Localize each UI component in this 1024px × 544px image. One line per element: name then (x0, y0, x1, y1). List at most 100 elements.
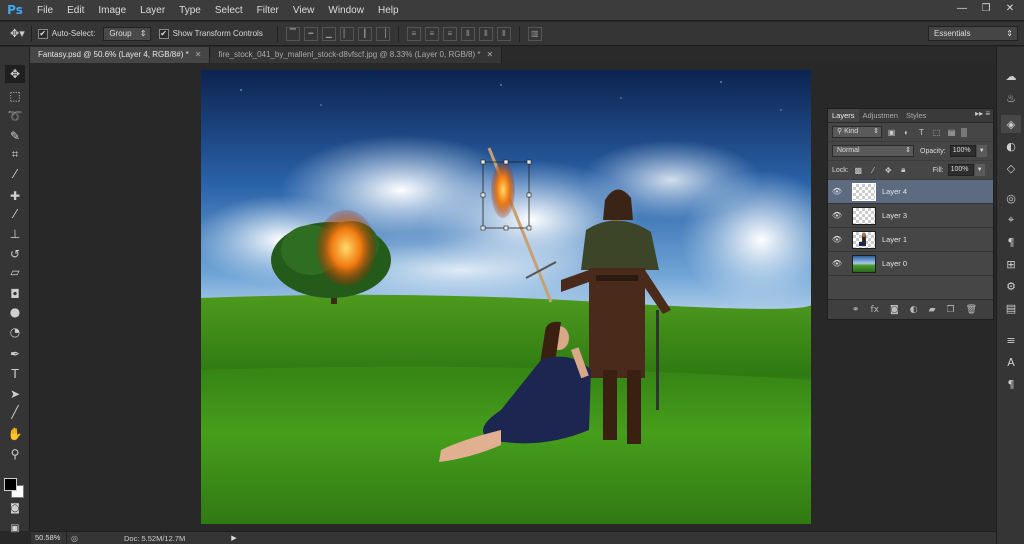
layer-name[interactable]: Layer 1 (882, 235, 907, 244)
lock-position-icon[interactable]: ✥ (883, 165, 894, 175)
new-layer-icon[interactable]: ❐ (946, 305, 954, 315)
hand-tool[interactable]: ✋ (5, 425, 25, 443)
distribute-right-icon[interactable]: ⦀ (496, 26, 511, 41)
clone-stamp-tool[interactable]: ⊥ (5, 225, 25, 243)
auto-select-checkbox[interactable]: ✔ (37, 28, 48, 39)
visibility-eye-icon[interactable]: 👁︎ (828, 187, 846, 196)
quick-mask-icon[interactable]: ◙ (5, 499, 25, 517)
tab-styles[interactable]: Styles (902, 109, 930, 122)
channels-icon[interactable]: ◎ (1001, 189, 1021, 207)
tab-adjustments[interactable]: Adjustmen (859, 109, 902, 122)
adjustment-layer-icon[interactable]: ◐ (910, 305, 918, 315)
layer-name[interactable]: Layer 3 (882, 211, 907, 220)
restore-button[interactable]: ❐ (976, 2, 996, 16)
smart-object-filter-icon[interactable]: ▤ (946, 127, 957, 137)
move-tool-preset-icon[interactable]: ✥▾ (10, 27, 25, 40)
layer-style-fx-icon[interactable]: fx (870, 305, 879, 315)
shape-filter-icon[interactable]: ⬚ (931, 127, 942, 137)
close-tab-icon[interactable]: ✕ (195, 47, 202, 63)
dodge-tool[interactable]: ◔ (5, 323, 25, 341)
foreground-color-swatch[interactable] (4, 478, 17, 491)
status-menu-arrow[interactable]: ▶ (231, 534, 236, 542)
fill-field[interactable]: 100% (947, 164, 974, 176)
quick-select-tool[interactable]: ✎ (5, 127, 25, 145)
adjustment-filter-icon[interactable]: ◐ (901, 127, 912, 137)
adjustments-icon[interactable]: ◐ (1001, 137, 1021, 155)
menu-file[interactable]: File (30, 0, 60, 21)
eraser-tool[interactable]: ▱ (5, 263, 25, 281)
minimize-button[interactable]: — (952, 2, 972, 16)
status-info-icon[interactable]: ◎ (71, 534, 78, 543)
workspace-dropdown[interactable]: Essentials (928, 26, 1018, 41)
menu-image[interactable]: Image (91, 0, 133, 21)
eyedropper-tool[interactable]: ⁄ (5, 165, 25, 183)
document-canvas[interactable] (201, 70, 811, 524)
auto-align-icon[interactable]: ▥ (527, 26, 542, 41)
visibility-eye-icon[interactable]: 👁︎ (828, 211, 846, 220)
lock-transparent-icon[interactable]: ▩ (853, 165, 864, 175)
pixel-filter-icon[interactable]: ▣ (886, 127, 897, 137)
layer-row[interactable]: 👁︎ Layer 3 (828, 204, 993, 228)
distribute-left-icon[interactable]: ⦀ (460, 26, 475, 41)
paint-bucket-tool[interactable]: ◘ (5, 285, 25, 303)
zoom-level-field[interactable]: 50.58% (31, 532, 67, 544)
align-left-icon[interactable]: ▏ (339, 26, 354, 41)
paragraph-icon[interactable]: ≡ (1001, 331, 1021, 349)
distribute-bottom-icon[interactable]: ≡ (442, 26, 457, 41)
delete-layer-icon[interactable]: 🗑︎ (966, 305, 977, 315)
fill-slider-arrow[interactable]: ▼ (974, 164, 985, 176)
menu-type[interactable]: Type (172, 0, 208, 21)
menu-select[interactable]: Select (208, 0, 250, 21)
add-mask-icon[interactable]: ◙ (890, 305, 899, 315)
crop-tool[interactable]: ⌗ (5, 145, 25, 163)
layer-name[interactable]: Layer 4 (882, 187, 907, 196)
tab-layers[interactable]: Layers (828, 109, 859, 122)
path-select-tool[interactable]: ➤ (5, 385, 25, 403)
zoom-tool[interactable]: ⚲ (5, 445, 25, 463)
menu-layer[interactable]: Layer (133, 0, 172, 21)
line-tool[interactable]: ╱ (5, 403, 25, 421)
auto-select-dropdown[interactable]: Group (103, 26, 151, 41)
distribute-top-icon[interactable]: ≡ (406, 26, 421, 41)
tool-presets-icon[interactable]: ⊞ (1001, 255, 1021, 273)
tab-fantasy-psd[interactable]: Fantasy.psd @ 50.6% (Layer 4, RGB/8#) * … (30, 47, 211, 63)
visibility-eye-icon[interactable]: 👁︎ (828, 235, 846, 244)
opacity-slider-arrow[interactable]: ▼ (976, 145, 987, 157)
close-tab-icon[interactable]: ✕ (486, 47, 493, 63)
styles-icon[interactable]: ◇ (1001, 159, 1021, 177)
tab-fire-stock[interactable]: fire_stock_041_by_mallenl_stock-d8vfscf.… (210, 47, 503, 63)
menu-edit[interactable]: Edit (60, 0, 91, 21)
layer-row[interactable]: 👁︎ Layer 1 (828, 228, 993, 252)
blur-tool[interactable]: ● (5, 303, 25, 321)
history-icon[interactable]: ☁ (1001, 67, 1021, 85)
align-bottom-icon[interactable]: ▁ (321, 26, 336, 41)
close-button[interactable]: ✕ (1000, 2, 1020, 16)
align-top-icon[interactable]: ▔ (285, 26, 300, 41)
blend-mode-dropdown[interactable]: Normal (832, 145, 914, 157)
filter-toggle-icon[interactable] (961, 127, 967, 137)
layer-row[interactable]: 👁︎ Layer 0 (828, 252, 993, 276)
align-right-icon[interactable]: ▕ (375, 26, 390, 41)
type-filter-icon[interactable]: T (916, 127, 927, 137)
transform-controls-checkbox[interactable]: ✔ (158, 28, 169, 39)
color-icon[interactable]: ♨ (1001, 89, 1021, 107)
distribute-vcenter-icon[interactable]: ≡ (424, 26, 439, 41)
menu-view[interactable]: View (286, 0, 322, 21)
kind-filter-dropdown[interactable]: ⚲ Kind (832, 126, 882, 138)
character-icon[interactable]: A (1001, 353, 1021, 371)
opacity-field[interactable]: 100% (949, 145, 976, 157)
marquee-tool[interactable]: ⬚ (5, 87, 25, 105)
pen-tool[interactable]: ✒ (5, 345, 25, 363)
glyphs-icon[interactable]: ¶ (1001, 375, 1021, 393)
menu-help[interactable]: Help (371, 0, 406, 21)
brush-tool[interactable]: ⁄ (5, 205, 25, 223)
lock-all-icon[interactable]: 🔒︎ (898, 165, 909, 175)
align-hcenter-icon[interactable]: ┃ (357, 26, 372, 41)
brush-presets-icon[interactable]: ¶ (1001, 233, 1021, 251)
distribute-hcenter-icon[interactable]: ⦀ (478, 26, 493, 41)
type-tool[interactable]: T (5, 365, 25, 383)
layer-name[interactable]: Layer 0 (882, 259, 907, 268)
visibility-eye-icon[interactable]: 👁︎ (828, 259, 846, 268)
properties-icon[interactable]: ▤ (1001, 299, 1021, 317)
layers-icon[interactable]: ◈ (1001, 115, 1021, 133)
